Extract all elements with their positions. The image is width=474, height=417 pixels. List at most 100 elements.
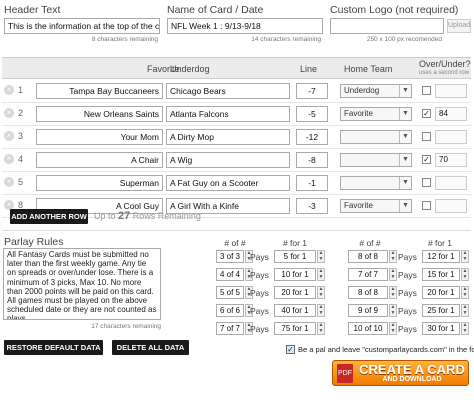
remove-row-icon[interactable]: × [4,108,14,118]
home-team-select[interactable]: Favorite ▼ [340,107,412,121]
custom-logo-input[interactable] [330,18,444,34]
favorite-input[interactable]: Superman [36,175,163,191]
create-card-button[interactable]: PDF CREATE A CARD AND DOWNLOAD [332,360,469,386]
stepper-icon[interactable]: ▲ ▼ [317,250,325,263]
over-under-input[interactable] [435,130,467,144]
col-home-team: Home Team [344,64,393,74]
remove-row-icon[interactable]: × [4,177,14,187]
home-team-select[interactable]: Underdog ▼ [340,84,412,98]
over-under-input[interactable]: 70 [435,153,467,167]
chevron-down-icon[interactable]: ▼ [399,131,411,143]
chevron-down-icon[interactable]: ▼ [399,154,411,166]
restore-default-button[interactable]: RESTORE DEFAULT DATA [4,340,103,355]
parlay-for-select[interactable]: 12 for 1 [422,250,460,263]
stepper-icon[interactable]: ▲ ▼ [461,322,469,335]
over-under-checkbox[interactable] [422,132,431,141]
over-under-input[interactable] [435,84,467,98]
favorite-input[interactable]: New Orleans Saints [36,106,163,122]
chevron-down-icon[interactable]: ▼ [399,108,411,120]
card-name-input[interactable]: NFL Week 1 : 9/13-9/18 [167,18,323,34]
underdog-input[interactable]: Chicago Bears [166,83,290,99]
parlay-for-select[interactable]: 75 for 1 [274,322,316,335]
line-input[interactable]: -12 [296,129,328,145]
home-team-value: Underdog [344,86,380,95]
over-under-checkbox[interactable] [422,178,431,187]
stepper-icon[interactable]: ▲ ▼ [461,286,469,299]
parlay-num-select[interactable]: 10 of 10 [348,322,388,335]
table-header: Favorite Underdog Line Home Team Over/Un… [2,57,471,79]
row-number: 2 [18,108,24,118]
over-under-input[interactable] [435,199,467,213]
parlay-num-select[interactable]: 7 of 7 [348,268,388,281]
remove-row-icon[interactable]: × [4,85,14,95]
home-team-select[interactable]: ▼ [340,176,412,190]
footer-credit-checkbox[interactable]: ✓ [286,345,295,354]
parlay-for-select[interactable]: 5 for 1 [274,250,316,263]
stepper-icon[interactable]: ▲ ▼ [389,322,397,335]
parlay-rules-textarea[interactable]: All Fantasy Cards must be submitted no l… [3,248,161,320]
parlay-num-select[interactable]: 8 of 8 [348,250,388,263]
line-input[interactable]: -5 [296,106,328,122]
underdog-input[interactable]: Atlanta Falcons [166,106,290,122]
pdf-icon: PDF [337,364,353,383]
chevron-down-icon[interactable]: ▼ [399,85,411,97]
line-input[interactable]: -7 [296,83,328,99]
remove-row-icon[interactable]: × [4,131,14,141]
underdog-input[interactable]: A Dirty Mop [166,129,290,145]
stepper-icon[interactable]: ▲ ▼ [461,268,469,281]
parlay-for-select[interactable]: 10 for 1 [274,268,316,281]
line-input[interactable]: -1 [296,175,328,191]
stepper-icon[interactable]: ▲ ▼ [389,286,397,299]
underdog-input[interactable]: A Wig [166,152,290,168]
favorite-input[interactable]: Tampa Bay Buccaneers [36,83,163,99]
over-under-checkbox[interactable]: ✓ [422,109,431,118]
line-input[interactable]: -8 [296,152,328,168]
add-row-button[interactable]: ADD ANOTHER ROW [10,209,88,224]
stepper-icon[interactable]: ▲ ▼ [317,322,325,335]
parlay-for-select[interactable]: 20 for 1 [422,286,460,299]
home-team-select[interactable]: Favorite ▼ [340,199,412,213]
over-under-input[interactable] [435,176,467,190]
chevron-down-icon[interactable]: ▼ [399,200,411,212]
chevron-down-icon[interactable]: ▼ [399,177,411,189]
custom-logo-label: Custom Logo (not required) [330,4,459,16]
parlay-num-select[interactable]: 4 of 4 [216,268,244,281]
stepper-icon[interactable]: ▲ ▼ [389,268,397,281]
table-row: × 4 A Chair A Wig -8 ▼ ✓ 70 [2,149,471,172]
stepper-icon[interactable]: ▲ ▼ [317,268,325,281]
parlay-num-select[interactable]: 3 of 3 [216,250,244,263]
parlay-for-select[interactable]: 15 for 1 [422,268,460,281]
create-card-sublabel: AND DOWNLOAD [382,376,442,383]
parlay-num-select[interactable]: 9 of 9 [348,304,388,317]
header-text-input[interactable]: This is the information at the top of th… [4,18,160,34]
rows-remaining-count: 27 [118,210,131,222]
stepper-icon[interactable]: ▲ ▼ [389,304,397,317]
over-under-checkbox[interactable] [422,86,431,95]
parlay-for-select[interactable]: 40 for 1 [274,304,316,317]
over-under-input[interactable]: 84 [435,107,467,121]
underdog-input[interactable]: A Fat Guy on a Scooter [166,175,290,191]
upload-button[interactable]: Upload [447,19,471,33]
parlay-for-select[interactable]: 20 for 1 [274,286,316,299]
parlay-num-select[interactable]: 5 of 5 [216,286,244,299]
stepper-icon[interactable]: ▲ ▼ [317,304,325,317]
home-team-select[interactable]: ▼ [340,130,412,144]
line-input[interactable]: -3 [296,198,328,214]
home-team-select[interactable]: ▼ [340,153,412,167]
favorite-input[interactable]: A Chair [36,152,163,168]
stepper-icon[interactable]: ▲ ▼ [461,304,469,317]
over-under-checkbox[interactable]: ✓ [422,155,431,164]
parlay-for-select[interactable]: 25 for 1 [422,304,460,317]
over-under-checkbox[interactable] [422,201,431,210]
delete-all-button[interactable]: DELETE ALL DATA [112,340,189,355]
favorite-input[interactable]: Your Mom [36,129,163,145]
parlay-num-select[interactable]: 6 of 6 [216,304,244,317]
parlay-num-select[interactable]: 8 of 8 [348,286,388,299]
footer-credit-label: Be a pal and leave "customparlaycards.co… [298,345,474,354]
parlay-for-select[interactable]: 30 for 1 [422,322,460,335]
stepper-icon[interactable]: ▲ ▼ [461,250,469,263]
remove-row-icon[interactable]: × [4,154,14,164]
stepper-icon[interactable]: ▲ ▼ [317,286,325,299]
stepper-icon[interactable]: ▲ ▼ [389,250,397,263]
parlay-num-select[interactable]: 7 of 7 [216,322,244,335]
